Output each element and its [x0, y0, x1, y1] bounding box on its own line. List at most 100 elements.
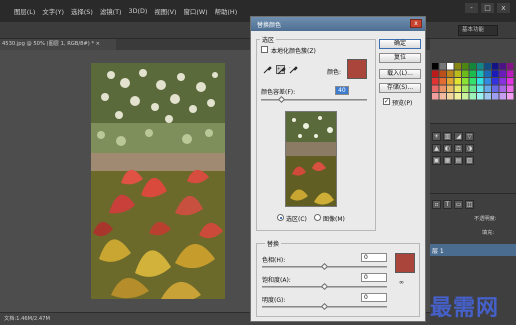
swatch-cell[interactable] [454, 85, 462, 93]
menu-3d[interactable]: 3D(D) [129, 7, 148, 15]
swatch-cell[interactable] [439, 85, 447, 93]
swatch-cell[interactable] [462, 93, 469, 100]
swatch-cell[interactable] [499, 70, 507, 78]
workspace-select[interactable]: 基本功能 [458, 25, 498, 36]
dialog-title-bar[interactable]: 替换颜色 x [251, 17, 425, 31]
swatch-cell[interactable] [499, 63, 507, 70]
levels-icon[interactable]: ▥ [443, 132, 452, 141]
swatch-cell[interactable] [477, 93, 484, 100]
layer-filter-icon[interactable]: ▫ [432, 200, 441, 209]
swatch-cell[interactable] [484, 70, 492, 78]
layer-shape-icon[interactable]: ▭ [454, 200, 463, 209]
load-button[interactable]: 载入(L)... [379, 69, 421, 79]
preview-checkbox[interactable]: ✓ [383, 98, 390, 105]
swatch-cell[interactable] [454, 70, 462, 78]
menu-type[interactable]: 文字(Y) [42, 7, 64, 16]
menu-window[interactable]: 窗口(W) [184, 7, 208, 16]
swatch-cell[interactable] [499, 93, 507, 100]
swatch-cell[interactable] [469, 78, 477, 85]
layer-row[interactable]: 层 1 [430, 244, 516, 256]
radio-selection[interactable] [277, 214, 284, 221]
swatch-cell[interactable] [484, 85, 492, 93]
swatch-cell[interactable] [469, 70, 477, 78]
result-color-swatch[interactable] [395, 253, 415, 273]
swatch-cell[interactable] [439, 78, 447, 85]
menu-layer[interactable]: 图层(L) [14, 7, 35, 16]
curves-icon[interactable]: ◢ [454, 132, 463, 141]
close-window-button[interactable]: x [497, 3, 510, 13]
ok-button[interactable]: 确定 [379, 39, 421, 49]
swatch-cell[interactable] [462, 85, 469, 93]
swatch-cell[interactable] [432, 93, 439, 100]
swatch-cell[interactable] [447, 70, 454, 78]
swatch-cell[interactable] [447, 78, 454, 85]
hue-icon[interactable]: ◐ [443, 144, 452, 153]
swatch-cell[interactable] [439, 93, 447, 100]
eyedropper-minus-icon[interactable]: - [289, 65, 298, 74]
swatch-cell[interactable] [432, 78, 439, 85]
menu-filter[interactable]: 滤镜(T) [100, 7, 122, 16]
swatch-cell[interactable] [477, 70, 484, 78]
maximize-button[interactable]: □ [481, 3, 494, 13]
saturation-field[interactable]: 0 [361, 273, 387, 282]
swatch-cell[interactable] [462, 63, 469, 70]
swatch-cell[interactable] [462, 78, 469, 85]
fuzziness-field[interactable]: 40 [335, 86, 349, 95]
exposure-icon[interactable]: ▽ [465, 132, 474, 141]
swatch-cell[interactable] [507, 78, 514, 85]
document-tab[interactable]: 4530.jpg @ 50% (图层 1, RGB/8#) * × [0, 39, 116, 50]
swatch-cell[interactable] [439, 70, 447, 78]
swatch-cell[interactable] [432, 70, 439, 78]
minimize-button[interactable]: - [465, 3, 478, 13]
gradient-map-icon[interactable]: ▧ [465, 156, 474, 165]
swatch-cell[interactable] [469, 93, 477, 100]
swatch-cell[interactable] [447, 85, 454, 93]
radio-image[interactable] [314, 214, 321, 221]
swatch-cell[interactable] [447, 63, 454, 70]
swatch-cell[interactable] [477, 78, 484, 85]
layer-type-icon[interactable]: T [443, 200, 452, 209]
swatch-cell[interactable] [492, 78, 499, 85]
swatch-cell[interactable] [432, 85, 439, 93]
swatch-cell[interactable] [507, 63, 514, 70]
swatch-cell[interactable] [454, 93, 462, 100]
swatch-cell[interactable] [469, 85, 477, 93]
swatch-cell[interactable] [454, 63, 462, 70]
swatch-cell[interactable] [492, 63, 499, 70]
swatch-cell[interactable] [492, 85, 499, 93]
eyedropper-plus-icon[interactable]: + [276, 65, 286, 75]
invert-icon[interactable]: ▣ [432, 156, 441, 165]
swatch-cell[interactable] [462, 70, 469, 78]
save-button[interactable]: 存储(S)... [379, 83, 421, 93]
dialog-close-button[interactable]: x [410, 19, 422, 28]
swatch-cell[interactable] [507, 70, 514, 78]
swatch-cell[interactable] [499, 78, 507, 85]
posterize-icon[interactable]: ▦ [443, 156, 452, 165]
swatch-cell[interactable] [499, 85, 507, 93]
localized-clusters-checkbox[interactable] [261, 46, 268, 53]
vibrance-icon[interactable]: ▲ [432, 144, 441, 153]
swatch-cell[interactable] [492, 70, 499, 78]
eyedropper-icon[interactable] [263, 65, 272, 74]
menu-select[interactable]: 选择(S) [71, 7, 93, 16]
swatch-cell[interactable] [477, 63, 484, 70]
layer-smart-icon[interactable]: ◫ [465, 200, 474, 209]
selection-color-swatch[interactable] [347, 59, 367, 79]
brightness-icon[interactable]: ☀ [432, 132, 441, 141]
swatch-cell[interactable] [454, 78, 462, 85]
swatches-panel[interactable] [430, 59, 516, 121]
lightness-field[interactable]: 0 [361, 293, 387, 302]
hue-field[interactable]: 0 [361, 253, 387, 262]
swatch-cell[interactable] [484, 93, 492, 100]
swatch-cell[interactable] [507, 93, 514, 100]
reset-button[interactable]: 复位 [379, 53, 421, 63]
swatch-cell[interactable] [484, 78, 492, 85]
document-photo[interactable] [91, 63, 225, 299]
bw-icon[interactable]: ◑ [465, 144, 474, 153]
menu-help[interactable]: 帮助(H) [215, 7, 238, 16]
threshold-icon[interactable]: ▤ [454, 156, 463, 165]
swatch-cell[interactable] [477, 85, 484, 93]
swatch-cell[interactable] [484, 63, 492, 70]
swatch-cell[interactable] [507, 85, 514, 93]
swatch-cell[interactable] [469, 63, 477, 70]
